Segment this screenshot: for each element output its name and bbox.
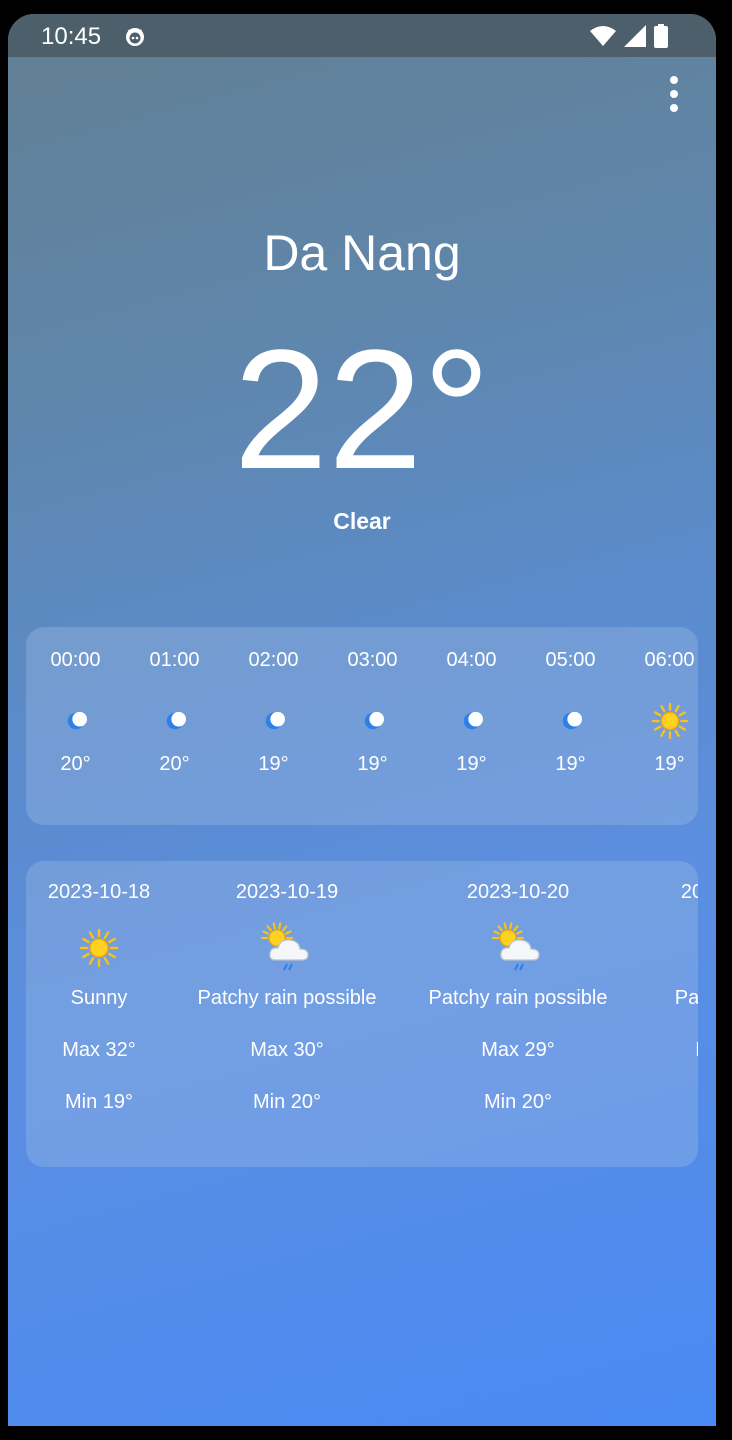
moon-icon [463, 711, 483, 730]
hour-icon-wrap [422, 701, 521, 741]
day-icon-wrap [177, 921, 397, 975]
hourly-item: 03:00 19° [323, 645, 422, 776]
current-condition: Clear [333, 508, 391, 534]
hour-icon-wrap [125, 701, 224, 741]
dot-icon [670, 90, 678, 98]
hour-temp: 20° [60, 753, 91, 775]
moon-icon [364, 711, 384, 730]
day-condition: Partly cloudy [674, 987, 698, 1009]
hour-time: 05:00 [545, 649, 596, 671]
daily-forecast[interactable]: 2023-10-18 Sunny Max 32° Min 19° 2023-10… [26, 861, 698, 1167]
daily-item: 2023-10-20 Patchy rain possible Max 29° … [408, 877, 628, 1117]
hour-time: 06:00 [644, 649, 695, 671]
moon-icon [562, 711, 582, 730]
day-max: Max 30° [622, 1035, 698, 1065]
day-icon-wrap [408, 921, 628, 975]
hourly-item: 00:00 20° [26, 645, 125, 776]
hour-time: 02:00 [248, 649, 299, 671]
hourly-item: 05:00 19° [521, 645, 620, 776]
day-min: Min 20° [483, 1091, 553, 1113]
moon-icon [265, 711, 285, 730]
hourly-item: 01:00 20° [125, 645, 224, 776]
day-icon-wrap [622, 921, 698, 975]
hourly-item: 04:00 19° [422, 645, 521, 776]
patchy-rain-icon [491, 922, 540, 971]
hour-icon-wrap [26, 701, 125, 741]
hour-time: 00:00 [50, 649, 101, 671]
hour-time: 04:00 [446, 649, 497, 671]
hour-temp: 19° [456, 753, 487, 775]
hour-temp: 20° [159, 753, 190, 775]
sun-icon [79, 928, 119, 968]
hour-temp: 19° [258, 753, 289, 775]
daily-item: 2023-10-21 Partly cloudy Max 30° Min 20° [622, 877, 698, 1117]
sun-icon [651, 702, 688, 740]
hour-temp: 19° [654, 753, 685, 775]
wifi-icon [590, 26, 616, 46]
day-date: 2023-10-19 [235, 881, 339, 903]
hourly-forecast[interactable]: 00:00 20° 01:00 20° 02:00 19° 03:00 19° … [26, 627, 698, 825]
hour-icon-wrap [521, 701, 620, 741]
more-options-button[interactable] [658, 72, 688, 116]
hour-temp: 19° [357, 753, 388, 775]
patchy-rain-icon [260, 922, 309, 971]
day-min: Min 20° [252, 1091, 322, 1113]
day-condition: Patchy rain possible [197, 987, 377, 1009]
signal-icon [624, 25, 646, 47]
hour-icon-wrap [224, 701, 323, 741]
dot-icon [670, 76, 678, 84]
dot-icon [670, 104, 678, 112]
hourly-item: 02:00 19° [224, 645, 323, 776]
weather-screen: 10:45 Da Nang 22° Clear 00:00 20° 01:00 … [8, 14, 716, 1426]
day-date: 2023-10-20 [466, 881, 570, 903]
status-bar: 10:45 [8, 14, 716, 57]
hour-temp: 19° [555, 753, 586, 775]
moon-icon [67, 711, 87, 730]
current-temperature: 22° [233, 315, 491, 505]
day-min: Min 20° [622, 1087, 699, 1117]
hour-icon-wrap [323, 701, 422, 741]
battery-icon [654, 24, 668, 48]
day-condition: Patchy rain possible [428, 987, 608, 1009]
hour-time: 01:00 [149, 649, 200, 671]
status-time: 10:45 [41, 23, 102, 50]
hour-time: 03:00 [347, 649, 398, 671]
day-date: 2023-10-21 [680, 881, 698, 903]
city-name: Da Nang [263, 225, 461, 281]
moon-icon [166, 711, 186, 730]
day-max: Max 30° [250, 1039, 324, 1061]
daily-item: 2023-10-19 Patchy rain possible Max 30° … [177, 877, 397, 1117]
day-max: Max 29° [481, 1039, 555, 1061]
notification-cat-icon [126, 28, 144, 46]
hour-icon-wrap [620, 701, 698, 741]
hourly-item: 06:00 19° [620, 645, 698, 776]
